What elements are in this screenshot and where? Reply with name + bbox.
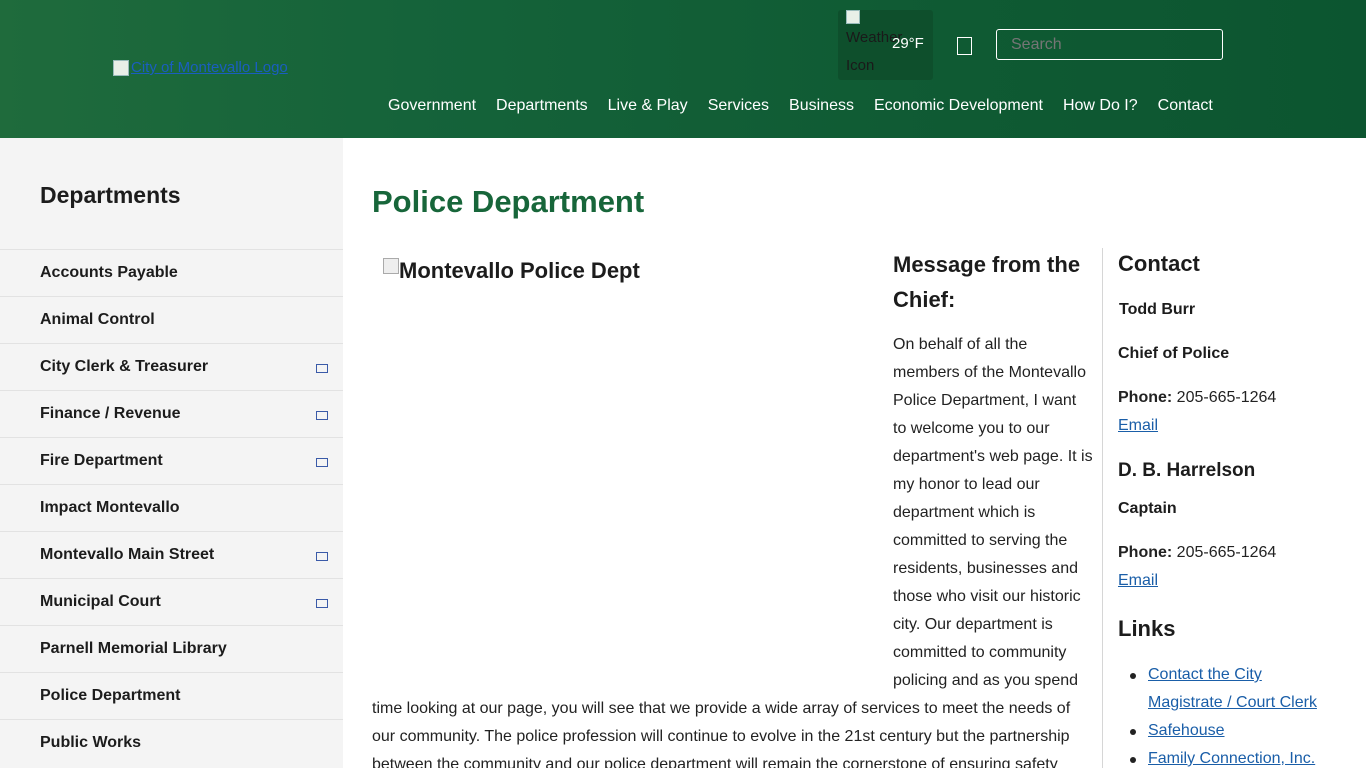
sidebar-item-library[interactable]: Parnell Memorial Library — [0, 625, 343, 672]
sidebar-item-accounts-payable[interactable]: Accounts Payable — [0, 249, 343, 296]
list-item: Safehouse — [1118, 717, 1338, 745]
hero-alt-text: Montevallo Police Dept — [399, 258, 640, 283]
broken-image-icon — [113, 59, 129, 76]
mobile-icon[interactable] — [957, 37, 972, 55]
nav-live-play[interactable]: Live & Play — [598, 96, 698, 116]
sidebar-item-animal-control[interactable]: Animal Control — [0, 296, 343, 343]
contact-name-1: Todd Burr — [1119, 301, 1196, 318]
contact-email-2[interactable]: Email — [1118, 572, 1158, 590]
nav-business[interactable]: Business — [779, 96, 864, 116]
temperature: 29°F — [892, 35, 924, 52]
sidebar-item-police[interactable]: Police Department — [0, 672, 343, 719]
sidebar-title: Departments — [40, 182, 181, 208]
message-body: On behalf of all the members of the Mont… — [893, 336, 1093, 689]
list-item: Contact the City Magistrate / Court Cler… — [1118, 661, 1338, 717]
nav-services[interactable]: Services — [698, 96, 779, 116]
sidebar-list: Accounts Payable Animal Control City Cle… — [0, 249, 343, 766]
expand-icon[interactable] — [316, 458, 328, 467]
contact-role-1: Chief of Police — [1118, 345, 1230, 362]
sidebar-item-fire[interactable]: Fire Department — [0, 437, 343, 484]
contact-phone-2: Phone: 205-665-1264 — [1118, 544, 1276, 562]
sidebar-item-label: Montevallo Main Street — [40, 546, 215, 563]
site-header: City of Montevallo Logo Weather Icon 29°… — [0, 0, 1366, 138]
column-divider — [1102, 248, 1103, 768]
sidebar-item-label: Parnell Memorial Library — [40, 640, 227, 657]
search-input[interactable] — [996, 29, 1223, 60]
sidebar-item-label: Municipal Court — [40, 593, 161, 610]
expand-icon[interactable] — [316, 364, 328, 373]
link-safehouse[interactable]: Safehouse — [1148, 722, 1225, 739]
nav-contact[interactable]: Contact — [1148, 96, 1223, 116]
contact-email-1[interactable]: Email — [1118, 417, 1158, 435]
contact-name-2: D. B. Harrelson — [1118, 460, 1256, 481]
expand-icon[interactable] — [316, 599, 328, 608]
weather-icon-alt: Weather Icon — [846, 29, 903, 74]
contact-title: Contact — [1118, 251, 1200, 276]
city-logo-link[interactable]: City of Montevallo Logo — [113, 59, 288, 76]
phone-label: Phone: — [1118, 389, 1173, 406]
sidebar-item-main-street[interactable]: Montevallo Main Street — [0, 531, 343, 578]
broken-image-icon — [383, 258, 399, 274]
page-title: Police Department — [372, 184, 645, 219]
phone-number: 205-665-1264 — [1176, 389, 1277, 406]
contact-role-2: Captain — [1118, 500, 1177, 517]
sidebar-item-label: Finance / Revenue — [40, 405, 181, 422]
sidebar-item-label: Accounts Payable — [40, 264, 178, 281]
sidebar-item-label: City Clerk & Treasurer — [40, 358, 209, 375]
sidebar-item-label: Animal Control — [40, 311, 155, 328]
nav-government[interactable]: Government — [378, 96, 486, 116]
main-nav: Government Departments Live & Play Servi… — [378, 96, 1223, 116]
link-family-connection[interactable]: Family Connection, Inc. — [1148, 750, 1315, 767]
sidebar: Departments Accounts Payable Animal Cont… — [0, 138, 343, 768]
weather-widget[interactable]: Weather Icon 29°F — [838, 10, 933, 80]
sidebar-item-label: Police Department — [40, 687, 181, 704]
sidebar-item-public-works[interactable]: Public Works — [0, 719, 343, 766]
sidebar-item-finance[interactable]: Finance / Revenue — [0, 390, 343, 437]
links-title: Links — [1118, 616, 1176, 641]
police-dept-image: Montevallo Police Dept — [383, 258, 640, 284]
list-item: Family Connection, Inc. — [1118, 745, 1338, 768]
expand-icon[interactable] — [316, 552, 328, 561]
sidebar-item-label: Fire Department — [40, 452, 163, 469]
broken-image-icon — [846, 10, 860, 24]
contact-phone-1: Phone: 205-665-1264 — [1118, 389, 1276, 407]
sidebar-item-label: Public Works — [40, 734, 142, 751]
message-body-continued: time looking at our page, you will see t… — [372, 700, 1071, 768]
sidebar-item-city-clerk[interactable]: City Clerk & Treasurer — [0, 343, 343, 390]
links-list: Contact the City Magistrate / Court Cler… — [1118, 661, 1338, 768]
sidebar-item-municipal-court[interactable]: Municipal Court — [0, 578, 343, 625]
nav-how-do-i[interactable]: How Do I? — [1053, 96, 1148, 116]
nav-departments[interactable]: Departments — [486, 96, 598, 116]
sidebar-item-impact[interactable]: Impact Montevallo — [0, 484, 343, 531]
phone-number: 205-665-1264 — [1176, 544, 1277, 561]
logo-alt-text: City of Montevallo Logo — [131, 59, 288, 76]
nav-economic-development[interactable]: Economic Development — [864, 96, 1053, 116]
message-title: Message from the Chief: — [893, 252, 1081, 312]
sidebar-item-label: Impact Montevallo — [40, 499, 180, 516]
phone-label: Phone: — [1118, 544, 1173, 561]
link-magistrate[interactable]: Contact the City Magistrate / Court Cler… — [1148, 666, 1317, 711]
expand-icon[interactable] — [316, 411, 328, 420]
